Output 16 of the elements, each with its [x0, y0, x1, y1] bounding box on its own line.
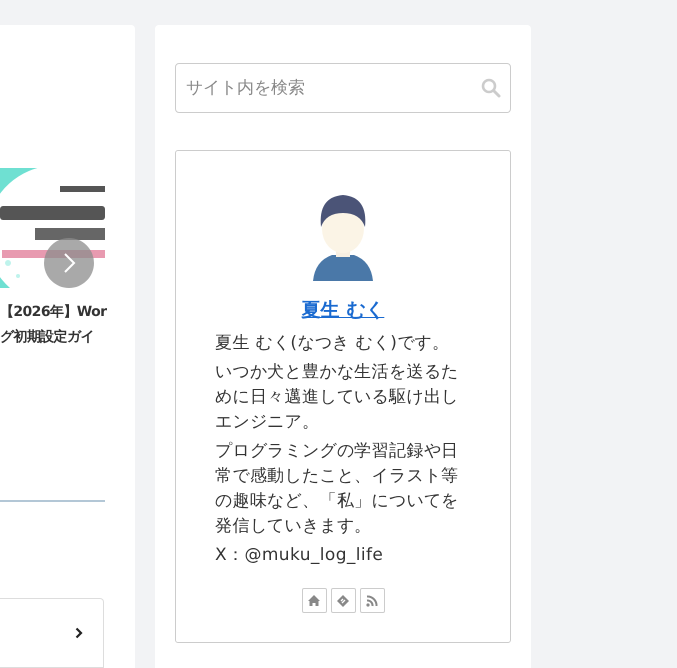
article-title[interactable]: 【2026年】Wor グ初期設定ガイ [0, 300, 106, 350]
bio-text: X：@muku_log_life [215, 544, 384, 567]
chevron-right-icon [75, 626, 83, 639]
bio-text: プログラミングの学習記録や日常で感動したこと、イラスト等の趣味など、「私」についてを発信していきます。 [215, 440, 460, 538]
search-icon [481, 78, 501, 98]
bio-text: 夏生 むく(なつき むく)です。 [215, 332, 450, 355]
bio-text: いつか犬と豊かな生活を送るために日々邁進している駆け出しエンジニア。 [215, 361, 460, 434]
search-field[interactable]: サイト内を検索 [175, 63, 511, 113]
rss-icon [365, 594, 379, 608]
profile-link-button[interactable] [360, 588, 384, 613]
home-icon [307, 594, 321, 608]
profile-name-link[interactable]: 夏生 むく [302, 297, 384, 323]
diamond-icon [336, 594, 350, 608]
profile-link-button[interactable] [302, 588, 326, 613]
profile-link-button[interactable] [330, 588, 356, 613]
chevron-right-icon [62, 252, 76, 274]
